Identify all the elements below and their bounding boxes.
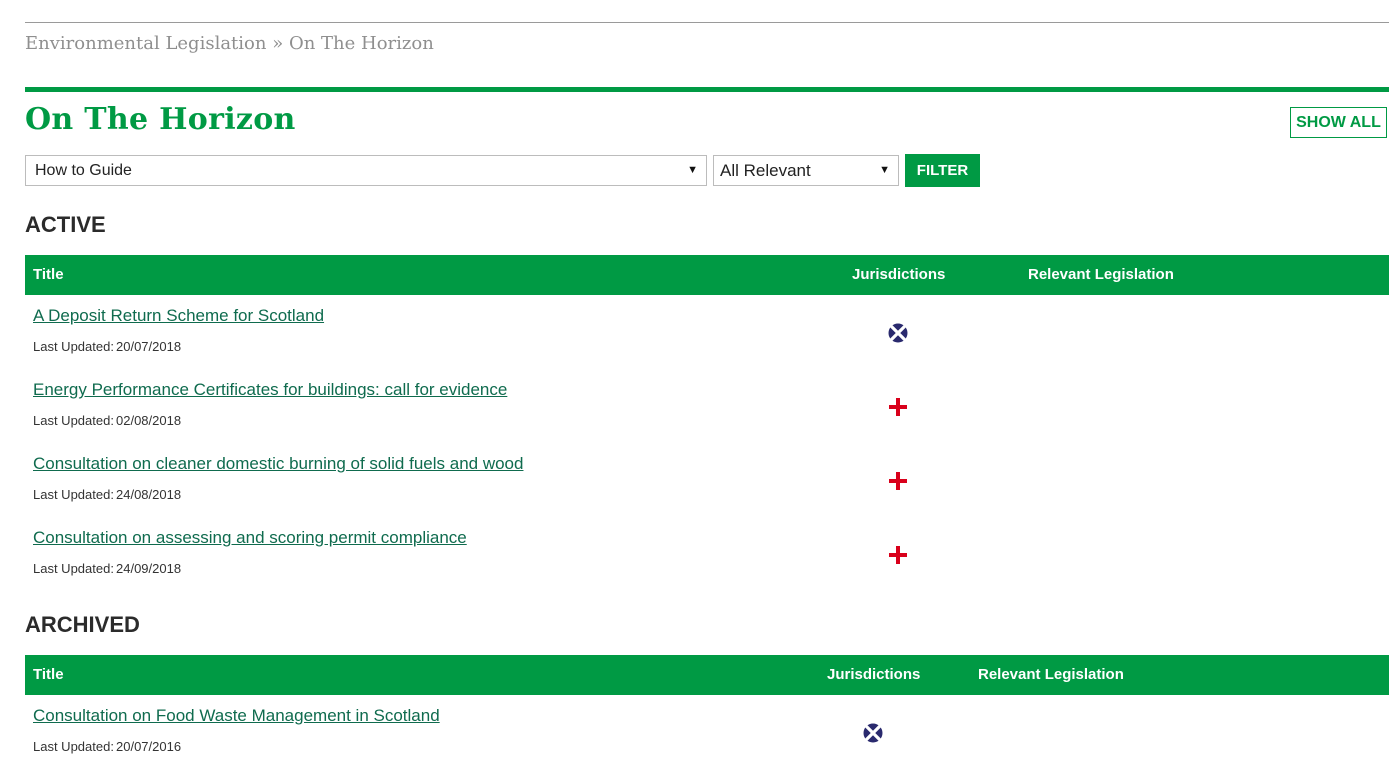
scotland-flag-icon [863, 723, 883, 743]
filter-button[interactable]: FILTER [905, 154, 980, 187]
last-updated-label: Last Updated: [33, 413, 114, 428]
col-jurisdictions: Jurisdictions [852, 266, 946, 283]
row-title-link[interactable]: A Deposit Return Scheme for Scotland [33, 306, 324, 326]
active-heading: ACTIVE [25, 212, 106, 237]
caret-down-icon: ▼ [687, 164, 698, 176]
last-updated-label: Last Updated: [33, 487, 114, 502]
table-row: Energy Performance Certificates for buil… [25, 371, 1389, 445]
relevance-select[interactable]: All Relevant ▼ [713, 155, 899, 186]
england-flag-icon [888, 397, 908, 417]
table-row: Consultation on Food Waste Management in… [25, 697, 1389, 771]
breadcrumb-root-link[interactable]: Environmental Legislation [25, 33, 266, 54]
col-title: Title [33, 266, 64, 283]
title-divider [25, 87, 1389, 92]
archived-table-header: Title Jurisdictions Relevant Legislation [25, 655, 1389, 695]
breadcrumb: Environmental Legislation » On The Horiz… [25, 33, 434, 54]
last-updated-date: 24/08/2018 [116, 487, 182, 502]
col-relevant-legislation: Relevant Legislation [1028, 266, 1174, 283]
breadcrumb-current: On The Horizon [288, 33, 434, 54]
table-row: Consultation on assessing and scoring pe… [25, 519, 1389, 593]
last-updated-date: 20/07/2018 [116, 339, 182, 354]
show-all-button[interactable]: SHOW ALL [1290, 107, 1387, 138]
caret-down-icon: ▼ [879, 164, 890, 176]
row-title-link[interactable]: Consultation on assessing and scoring pe… [33, 528, 467, 548]
archived-heading: ARCHIVED [25, 612, 140, 637]
active-table-header: Title Jurisdictions Relevant Legislation [25, 255, 1389, 295]
last-updated-date: 02/08/2018 [116, 413, 182, 428]
england-flag-icon [888, 471, 908, 491]
table-row: A Deposit Return Scheme for Scotland Last… [25, 297, 1389, 371]
england-flag-icon [888, 545, 908, 565]
table-row: Consultation on cleaner domestic burning… [25, 445, 1389, 519]
last-updated-date: 24/09/2018 [116, 561, 182, 576]
last-updated-label: Last Updated: [33, 739, 114, 754]
row-title-link[interactable]: Consultation on cleaner domestic burning… [33, 454, 523, 474]
last-updated-date: 20/07/2016 [116, 739, 182, 754]
type-select[interactable]: How to Guide ▼ [25, 155, 707, 186]
row-title-link[interactable]: Energy Performance Certificates for buil… [33, 380, 507, 400]
col-title: Title [33, 666, 64, 683]
scotland-flag-icon [888, 323, 908, 343]
last-updated-label: Last Updated: [33, 561, 114, 576]
breadcrumb-separator: » [272, 33, 284, 54]
col-jurisdictions: Jurisdictions [827, 666, 921, 683]
page-title: On The Horizon [25, 102, 296, 137]
top-divider [25, 22, 1389, 23]
type-select-value: How to Guide [35, 161, 132, 179]
col-relevant-legislation: Relevant Legislation [978, 666, 1124, 683]
row-title-link[interactable]: Consultation on Food Waste Management in… [33, 706, 440, 726]
last-updated-label: Last Updated: [33, 339, 114, 354]
relevance-select-value: All Relevant [720, 160, 811, 180]
